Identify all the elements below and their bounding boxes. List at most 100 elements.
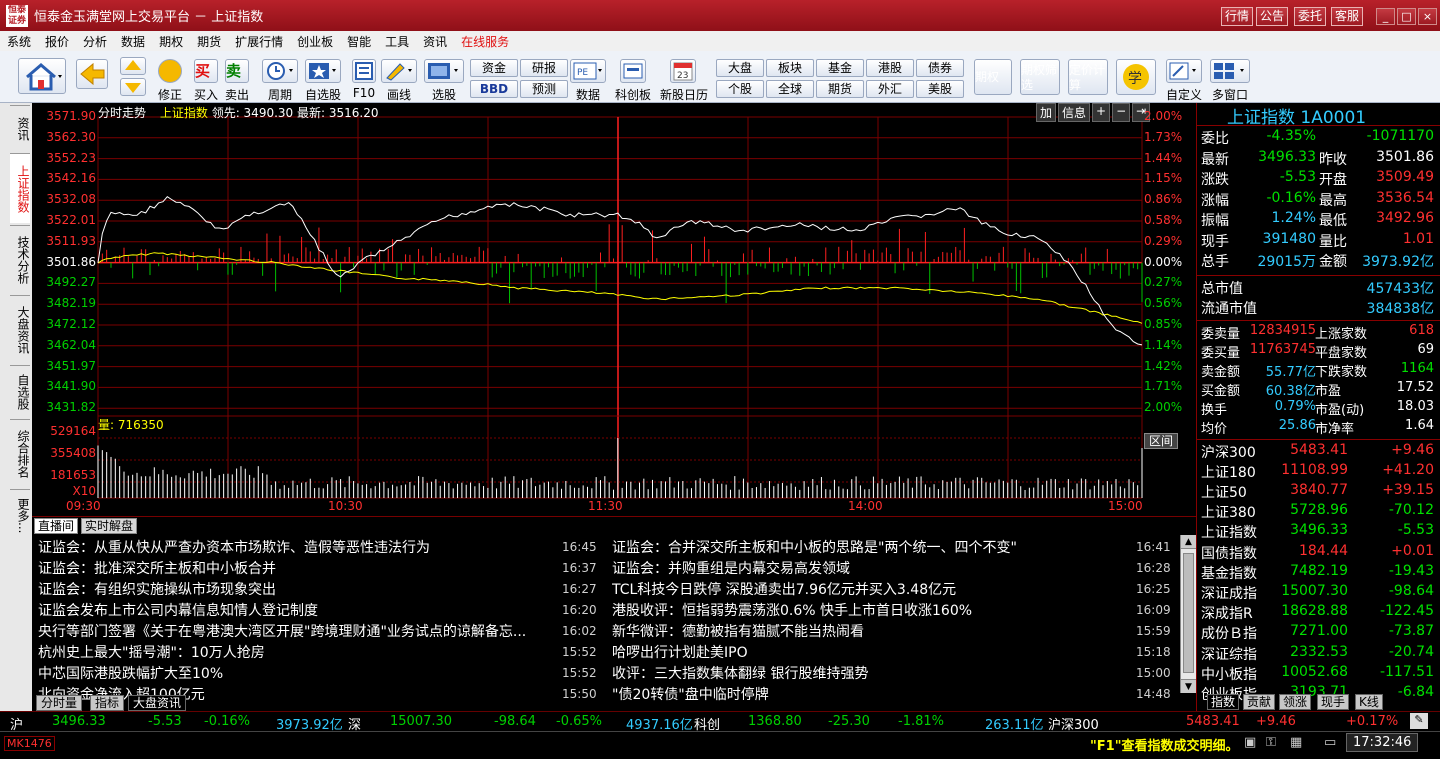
- service-button[interactable]: 客服: [1331, 7, 1364, 26]
- menu-smart[interactable]: 智能: [340, 33, 378, 50]
- news-item[interactable]: 央行等部门签署《关于在粤港澳大湾区开展"跨境理财通"业务试点的谅解备忘...: [38, 621, 556, 641]
- sector-button[interactable]: 板块: [766, 59, 814, 77]
- scroll-down-icon[interactable]: ▼: [1181, 679, 1196, 693]
- news-item[interactable]: 证监会：批准深交所主板和中小板合并: [38, 558, 556, 578]
- ipo-calendar-button[interactable]: 23: [670, 59, 696, 83]
- news-item[interactable]: 收评：三大指数集体翻绿 银行股维持强势: [612, 663, 1122, 683]
- news-scrollbar[interactable]: ▲ ▼: [1180, 535, 1196, 693]
- tab-leaders[interactable]: 领涨: [1279, 694, 1312, 710]
- notice-button[interactable]: 公告: [1256, 7, 1289, 26]
- tab-current-volume[interactable]: 现手: [1317, 694, 1350, 710]
- scroll-thumb[interactable]: [1183, 553, 1194, 673]
- stock-button[interactable]: 个股: [716, 80, 764, 98]
- news-item[interactable]: 证监会：合并深交所主板和中小板的思路是"两个统一、四个不变": [612, 537, 1122, 557]
- learn-button[interactable]: 学: [1116, 59, 1156, 95]
- menu-quote[interactable]: 报价: [38, 33, 76, 50]
- menu-ext-quotes[interactable]: 扩展行情: [228, 33, 290, 50]
- tab-tech-analysis[interactable]: 技术分析: [10, 225, 30, 293]
- menu-info[interactable]: 资讯: [416, 33, 454, 50]
- minimize-icon[interactable]: _: [1376, 8, 1395, 25]
- down-button[interactable]: [120, 78, 146, 96]
- bond-button[interactable]: 债券: [916, 59, 964, 77]
- hk-stock-button[interactable]: 港股: [866, 59, 914, 77]
- tab-sh-index[interactable]: 上证指数: [10, 153, 30, 223]
- multi-window-button[interactable]: [1210, 59, 1250, 83]
- lock-icon[interactable]: ⚿: [1266, 735, 1276, 750]
- research-button[interactable]: 研报: [520, 59, 568, 77]
- up-button[interactable]: [120, 57, 146, 75]
- notification-icon[interactable]: ▦: [1290, 735, 1302, 750]
- news-item[interactable]: 港股收评：恒指弱势震荡涨0.6% 快手上市首日收涨160%: [612, 600, 1122, 620]
- tab-kline[interactable]: K线: [1355, 694, 1383, 710]
- news-item[interactable]: 证监会发布上市公司内幕信息知情人登记制度: [38, 600, 556, 620]
- data-button[interactable]: PE: [570, 59, 606, 83]
- forecast-button[interactable]: 预测: [520, 80, 568, 98]
- news-item[interactable]: "债20转债"盘中临时停牌: [612, 684, 1122, 704]
- correct-icon[interactable]: [158, 59, 182, 83]
- message-icon[interactable]: ▣: [1244, 735, 1256, 750]
- info-button[interactable]: 信息: [1058, 103, 1091, 122]
- capital-button[interactable]: 资金: [470, 59, 518, 77]
- global-button[interactable]: 全球: [766, 80, 814, 98]
- tab-indicator[interactable]: 指标: [90, 695, 125, 711]
- order-button[interactable]: 委托: [1294, 7, 1327, 26]
- tab-index[interactable]: 指数: [1207, 694, 1240, 710]
- quote-button[interactable]: 行情: [1221, 7, 1254, 26]
- menu-gem[interactable]: 创业板: [290, 33, 340, 50]
- home-button[interactable]: [18, 58, 66, 94]
- draw-line-button[interactable]: [381, 59, 417, 83]
- buy-button[interactable]: 买: [194, 59, 218, 83]
- menu-analysis[interactable]: 分析: [76, 33, 114, 50]
- tab-market-news[interactable]: 大盘资讯: [128, 695, 187, 711]
- forex-button[interactable]: 外汇: [866, 80, 914, 98]
- news-item[interactable]: 中芯国际港股跌幅扩大至10%: [38, 663, 556, 683]
- tab-market-info[interactable]: 大盘资讯: [10, 295, 30, 363]
- scroll-up-icon[interactable]: ▲: [1181, 535, 1196, 549]
- stock-screen-button[interactable]: [424, 59, 464, 83]
- tab-news[interactable]: 资讯: [10, 105, 30, 151]
- period-button[interactable]: [262, 59, 298, 83]
- close-icon[interactable]: ×: [1418, 8, 1437, 25]
- news-item[interactable]: 哈啰出行计划赴美IPO: [612, 642, 1122, 662]
- market-button[interactable]: 大盘: [716, 59, 764, 77]
- star-market-button[interactable]: [620, 59, 646, 83]
- maximize-icon[interactable]: □: [1397, 8, 1416, 25]
- news-item[interactable]: 杭州史上最大"摇号潮"：10万人抢房: [38, 642, 556, 662]
- menu-online-service[interactable]: 在线服务: [454, 33, 516, 50]
- bbd-button[interactable]: BBD: [470, 80, 518, 98]
- back-button[interactable]: [76, 59, 108, 89]
- menu-data[interactable]: 数据: [114, 33, 152, 50]
- tab-live[interactable]: 直播间: [34, 518, 79, 534]
- customize-button[interactable]: [1166, 59, 1202, 83]
- news-item[interactable]: 证监会：从重从快从严查办资本市场欺诈、造假等恶性违法行为: [38, 537, 556, 557]
- add-indicator-button[interactable]: 加: [1036, 103, 1057, 122]
- menu-tools[interactable]: 工具: [378, 33, 416, 50]
- menu-options[interactable]: 期权: [152, 33, 190, 50]
- tab-ranking[interactable]: 综合排名: [10, 419, 30, 487]
- news-item[interactable]: 证监会：有组织实施操纵市场现象突出: [38, 579, 556, 599]
- zoom-in-icon[interactable]: +: [1092, 103, 1111, 122]
- futures-button[interactable]: 期货: [816, 80, 864, 98]
- options-button[interactable]: 期权: [974, 59, 1012, 95]
- tab-more[interactable]: 更多...: [10, 489, 30, 541]
- news-item[interactable]: TCL科技今日跌停 深股通卖出7.96亿元并买入3.48亿元: [612, 579, 1122, 599]
- tab-contribution[interactable]: 贡献: [1243, 694, 1276, 710]
- menu-system[interactable]: 系统: [0, 33, 38, 50]
- pricing-calc-button[interactable]: 定价计算: [1068, 59, 1108, 95]
- range-button[interactable]: 区间: [1144, 433, 1178, 449]
- settings-wrench-icon[interactable]: ✎: [1410, 713, 1428, 729]
- tab-intraday-volume[interactable]: 分时量: [36, 695, 83, 711]
- us-stock-button[interactable]: 美股: [916, 80, 964, 98]
- tab-live-commentary[interactable]: 实时解盘: [81, 518, 138, 534]
- intraday-chart[interactable]: 分时走势 上证指数 领先: 3490.30 最新: 3516.20 加 信息 +…: [32, 103, 1196, 516]
- f10-button[interactable]: [352, 59, 376, 83]
- fund-button[interactable]: 基金: [816, 59, 864, 77]
- sell-button[interactable]: 卖: [225, 59, 249, 83]
- options-screen-button[interactable]: 期权筛选: [1020, 59, 1060, 95]
- zoom-out-icon[interactable]: −: [1112, 103, 1131, 122]
- tab-watchlist[interactable]: 自选股: [10, 365, 30, 417]
- menu-futures[interactable]: 期货: [190, 33, 228, 50]
- watchlist-button[interactable]: [305, 59, 341, 83]
- news-item[interactable]: 证监会：并购重组是内幕交易高发领域: [612, 558, 1122, 578]
- news-item[interactable]: 新华微评：德勤被指有猫腻不能当热闹看: [612, 621, 1122, 641]
